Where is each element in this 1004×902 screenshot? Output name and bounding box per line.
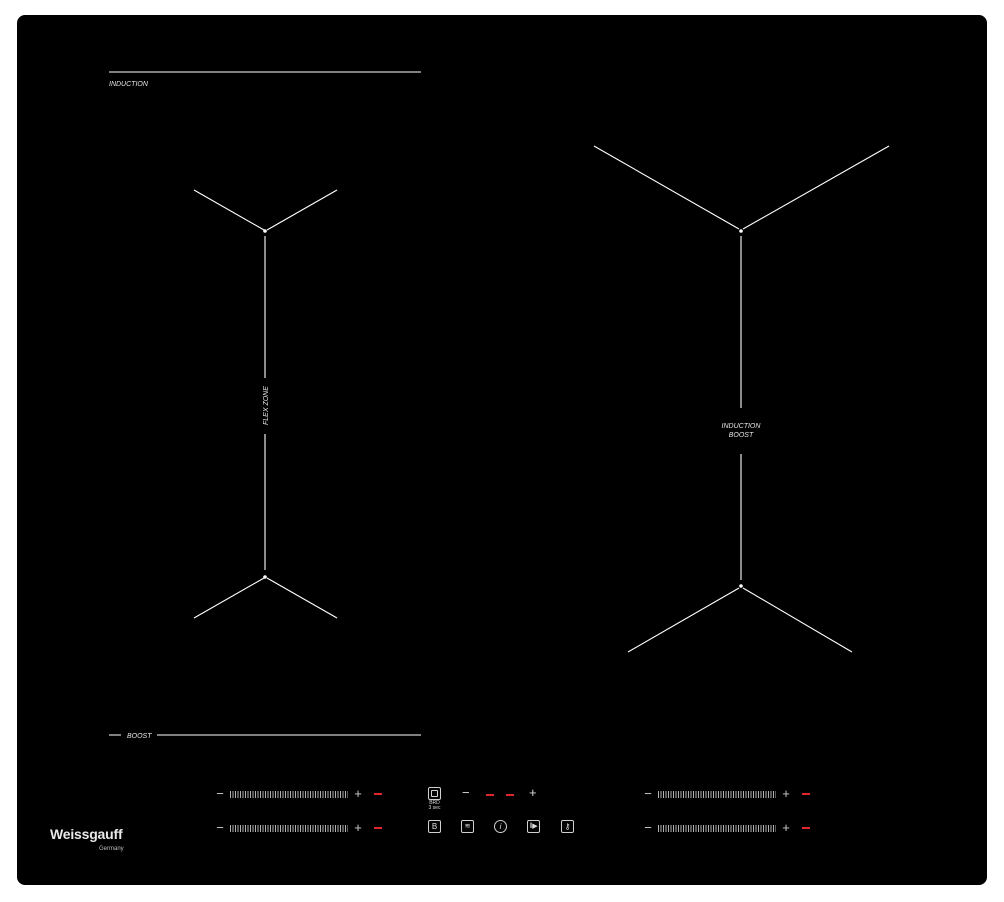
boost-icon[interactable]: B <box>428 820 441 833</box>
bridge-icon[interactable] <box>428 787 441 800</box>
keep-warm-icon[interactable]: ≋ <box>461 820 474 833</box>
timer-indicator-2 <box>506 794 514 796</box>
boost-label: BOOST <box>127 733 152 740</box>
info-button-label: i <box>499 822 502 831</box>
zone-marker-dot <box>263 575 267 579</box>
boost-button-label: B <box>431 822 438 831</box>
slider-front-right[interactable]: − + <box>642 787 810 800</box>
power-indicator <box>802 793 810 795</box>
power-indicator <box>802 827 810 829</box>
decrease-button[interactable]: − <box>642 787 654 800</box>
decrease-button[interactable]: − <box>214 821 226 834</box>
info-icon[interactable]: i <box>494 820 507 833</box>
induction-boost-zone-right[interactable] <box>593 145 890 653</box>
increase-button[interactable]: + <box>780 787 792 800</box>
zone-marker-dot <box>739 584 743 588</box>
power-slider-track[interactable] <box>658 824 776 832</box>
slider-rear-left[interactable]: − + <box>214 821 382 834</box>
decrease-button[interactable]: − <box>642 821 654 834</box>
power-indicator <box>374 827 382 829</box>
induction-boost-label-line2: BOOST <box>729 432 754 439</box>
induction-boost-label-line1: INDUCTION <box>722 423 762 430</box>
slider-rear-right[interactable]: − + <box>642 821 810 834</box>
induction-label: INDUCTION <box>109 81 149 88</box>
brand-logo: Weissgauff <box>50 826 123 842</box>
key-lock-icon[interactable]: ⚷ <box>561 820 574 833</box>
zone-marker-dot <box>739 229 743 233</box>
increase-button[interactable]: + <box>780 821 792 834</box>
power-slider-track[interactable] <box>658 790 776 798</box>
power-slider-track[interactable] <box>230 824 348 832</box>
flex-zone-label: FLEX ZONE <box>263 386 270 425</box>
timer-increase-button[interactable]: + <box>529 786 537 800</box>
timer-decrease-button[interactable]: − <box>462 786 470 800</box>
pause-play-icon[interactable]: ‖▶ <box>527 820 540 833</box>
bridge-caption: BRD 3 sec <box>428 800 441 811</box>
increase-button[interactable]: + <box>352 821 364 834</box>
brand-subtitle: Germany <box>99 846 124 852</box>
increase-button[interactable]: + <box>352 787 364 800</box>
decrease-button[interactable]: − <box>214 787 226 800</box>
cooking-zones: INDUCTION FLEX ZONE INDUCTION BOOST BOOS… <box>109 71 890 740</box>
slider-front-left[interactable]: − + <box>214 787 382 800</box>
timer-indicator-1 <box>486 794 494 796</box>
power-slider-track[interactable] <box>230 790 348 798</box>
power-indicator <box>374 793 382 795</box>
zone-marker-dot <box>263 229 267 233</box>
